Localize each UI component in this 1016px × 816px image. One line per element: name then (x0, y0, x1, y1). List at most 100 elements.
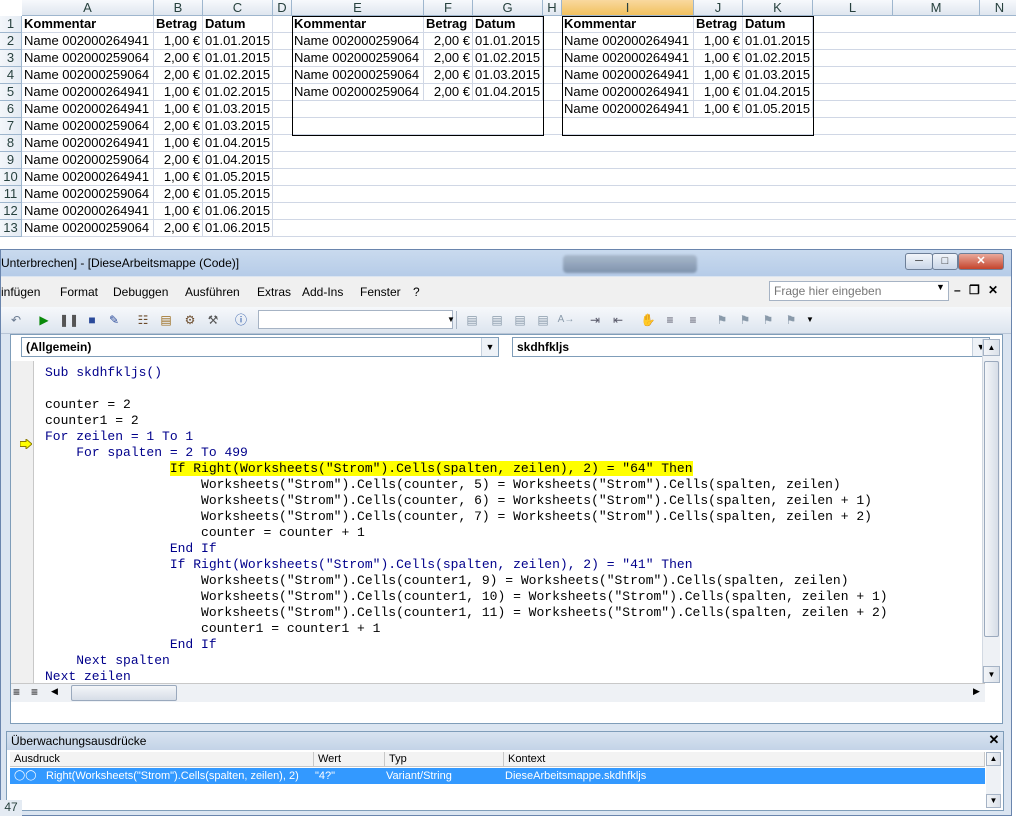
run-icon[interactable]: ▶ (35, 311, 53, 329)
table1-cell[interactable]: 01.01.2015 (203, 33, 273, 50)
table1-cell[interactable]: Name 002000264941 (22, 203, 154, 220)
table1-cell[interactable]: 01.02.2015 (203, 84, 273, 101)
maximize-button[interactable]: □ (932, 253, 958, 270)
table3-cell[interactable]: 1,00 € (694, 101, 743, 118)
code-line[interactable]: counter1 = 2 (45, 413, 985, 429)
vertical-scrollbar[interactable]: ▲ ▼ (982, 339, 1000, 683)
table1-cell[interactable]: Name 002000264941 (22, 135, 154, 152)
table1-cell[interactable]: 2,00 € (154, 186, 203, 203)
code-line[interactable]: Worksheets("Strom").Cells(counter1, 11) … (45, 605, 985, 621)
watch-close-button[interactable]: ✕ (987, 733, 1001, 747)
object-browser-icon[interactable]: ⚙ (181, 311, 199, 329)
mdi-restore-button[interactable]: ❐ (969, 283, 980, 297)
table1-cell[interactable]: Name 002000264941 (22, 84, 154, 101)
table1-cell[interactable]: Name 002000259064 (22, 67, 154, 84)
scroll-left-button[interactable]: ◀ (51, 686, 58, 697)
table1-cell[interactable]: 1,00 € (154, 169, 203, 186)
design-mode-icon[interactable]: ✎ (105, 311, 123, 329)
full-module-view-icon[interactable]: ≡ (31, 685, 38, 699)
help-dropdown-icon[interactable]: ▼ (936, 282, 945, 292)
code-line[interactable]: Sub skdhfkljs() (45, 365, 985, 381)
code-line[interactable]: counter1 = counter1 + 1 (45, 621, 985, 637)
menu-add-ins[interactable]: Add-Ins (302, 285, 343, 299)
table1-cell[interactable]: 01.02.2015 (203, 67, 273, 84)
table2-cell[interactable]: Name 002000259064 (292, 33, 424, 50)
toolbox-icon[interactable]: ⚒ (204, 311, 222, 329)
table2-cell[interactable]: 2,00 € (424, 84, 473, 101)
table3-cell[interactable]: 1,00 € (694, 50, 743, 67)
table2-cell[interactable]: 2,00 € (424, 33, 473, 50)
scroll-right-button[interactable]: ▶ (973, 686, 980, 697)
table2-cell[interactable]: Datum (473, 16, 543, 33)
chevron-down-icon[interactable]: ▼ (481, 338, 498, 356)
menu-extras[interactable]: Extras (257, 285, 291, 299)
help-search-input[interactable]: Frage hier eingeben (769, 281, 949, 301)
mdi-close-button[interactable]: ✕ (988, 283, 998, 297)
table2-cell[interactable]: 01.03.2015 (473, 67, 543, 84)
menu-einfuegen[interactable]: infügen (1, 285, 40, 299)
bookmark-prev-icon[interactable]: ⚑ (759, 311, 777, 329)
watch-scroll-up-button[interactable]: ▲ (986, 752, 1001, 766)
code-line[interactable]: Worksheets("Strom").Cells(counter, 6) = … (45, 493, 985, 509)
help-icon[interactable]: ⓘ (232, 311, 250, 329)
close-button[interactable]: ✕ (958, 253, 1004, 270)
row-header-11[interactable]: 11 (0, 186, 22, 203)
table2-cell[interactable]: Name 002000259064 (292, 50, 424, 67)
table1-cell[interactable]: 1,00 € (154, 203, 203, 220)
watch-scroll-down-button[interactable]: ▼ (986, 794, 1001, 808)
table3-cell[interactable]: 01.04.2015 (743, 84, 813, 101)
bookmark-clear-icon[interactable]: ⚑ (782, 311, 800, 329)
list-constants-icon[interactable]: ▤ (488, 311, 506, 329)
table3-cell[interactable]: Datum (743, 16, 813, 33)
procedure-combo[interactable]: skdhfkljs ▼ (512, 337, 990, 357)
code-line[interactable]: For zeilen = 1 To 1 (45, 429, 985, 445)
table3-cell[interactable]: Name 002000264941 (562, 67, 694, 84)
scroll-up-button[interactable]: ▲ (983, 339, 1000, 356)
table1-cell[interactable]: 01.03.2015 (203, 101, 273, 118)
object-combo[interactable]: (Allgemein) ▼ (21, 337, 499, 357)
code-line[interactable]: End If (45, 541, 985, 557)
code-line[interactable]: If Right(Worksheets("Strom").Cells(spalt… (45, 557, 985, 573)
table1-cell[interactable]: Kommentar (22, 16, 154, 33)
breakpoint-icon[interactable]: ✋ (639, 311, 657, 329)
table1-cell[interactable]: 01.04.2015 (203, 152, 273, 169)
table3-cell[interactable]: 1,00 € (694, 84, 743, 101)
column-header-a[interactable]: A (22, 0, 154, 16)
code-editor[interactable]: Sub skdhfkljs() counter = 2 counter1 = 2 Fo… (45, 365, 985, 700)
menu-help[interactable]: ? (413, 285, 420, 299)
table1-cell[interactable]: Name 002000259064 (22, 220, 154, 237)
menu-fenster[interactable]: Fenster (360, 285, 401, 299)
code-line[interactable]: Worksheets("Strom").Cells(counter, 7) = … (45, 509, 985, 525)
toolbar-overflow-icon-2[interactable]: ▼ (801, 311, 819, 329)
table1-cell[interactable]: 2,00 € (154, 67, 203, 84)
scroll-thumb[interactable] (984, 361, 999, 637)
table3-cell[interactable]: Name 002000264941 (562, 33, 694, 50)
code-line[interactable]: Next spalten (45, 653, 985, 669)
code-line[interactable]: counter = counter + 1 (45, 525, 985, 541)
table2-cell[interactable]: 01.02.2015 (473, 50, 543, 67)
table2-cell[interactable]: Kommentar (292, 16, 424, 33)
quick-info-icon[interactable]: ▤ (511, 311, 529, 329)
table1-cell[interactable]: 1,00 € (154, 84, 203, 101)
table1-cell[interactable]: 1,00 € (154, 33, 203, 50)
table1-cell[interactable]: Betrag (154, 16, 203, 33)
watch-row[interactable]: ◯◯ Right(Worksheets("Strom").Cells(spalt… (10, 768, 985, 784)
mdi-minimize-button[interactable]: – (954, 283, 961, 297)
column-header-e[interactable]: E (292, 0, 424, 16)
table3-cell[interactable]: 01.05.2015 (743, 101, 813, 118)
column-header-i[interactable]: I (562, 0, 694, 16)
row-header-3[interactable]: 3 (0, 50, 22, 67)
column-header-l[interactable]: L (813, 0, 893, 16)
table2-cell[interactable]: Betrag (424, 16, 473, 33)
code-line[interactable]: For spalten = 2 To 499 (45, 445, 985, 461)
table1-cell[interactable]: Name 002000264941 (22, 169, 154, 186)
column-header-d[interactable]: D (273, 0, 292, 16)
toolbar-combo[interactable] (258, 310, 453, 329)
column-header-h[interactable]: H (543, 0, 562, 16)
parameter-info-icon[interactable]: ▤ (534, 311, 552, 329)
table1-cell[interactable]: 01.03.2015 (203, 118, 273, 135)
row-header-2[interactable]: 2 (0, 33, 22, 50)
table1-cell[interactable]: Datum (203, 16, 273, 33)
horizontal-scrollbar[interactable]: ≡ ≡ ◀ ▶ (11, 683, 985, 702)
table1-cell[interactable]: 01.05.2015 (203, 169, 273, 186)
